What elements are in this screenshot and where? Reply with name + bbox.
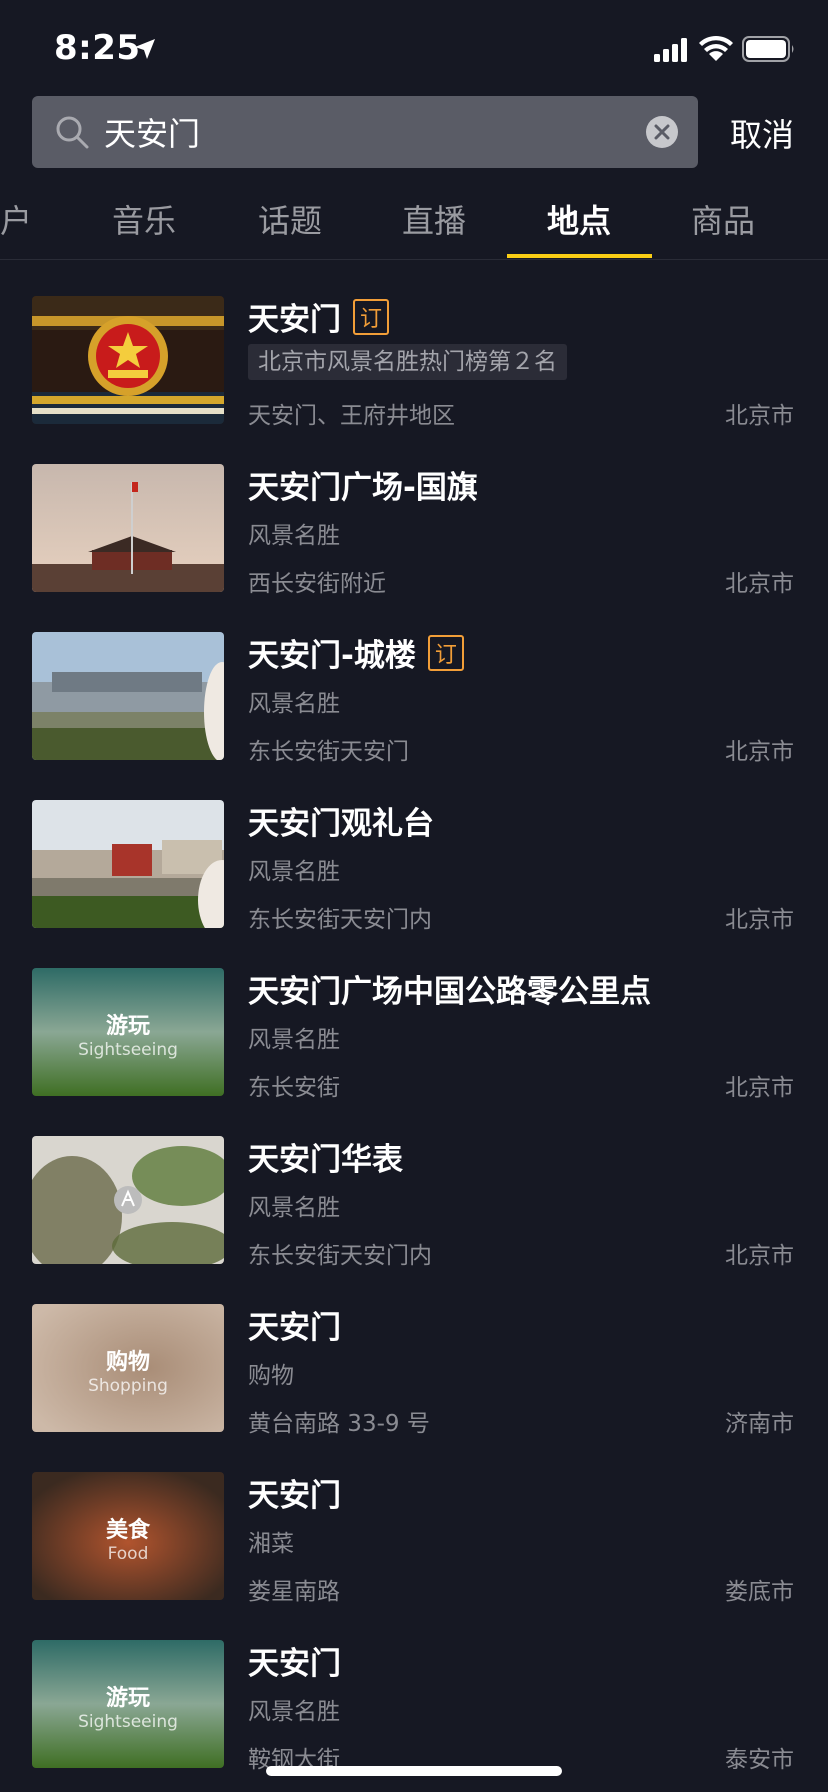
place-thumbnail: 美食 Food [32, 1472, 224, 1600]
place-city: 北京市 [725, 403, 794, 429]
tab-places[interactable]: 地点 [547, 196, 611, 242]
place-thumbnail: 游玩 Sightseeing [32, 968, 224, 1096]
place-title-line: 天安门 [248, 1638, 341, 1683]
place-thumbnail [32, 632, 224, 760]
battery-icon [742, 36, 794, 62]
place-thumbnail [32, 800, 224, 928]
cellular-signal-icon [654, 38, 687, 62]
place-result-row[interactable]: 天安门-城楼 订 风景名胜 东长安街天安门 北京市 [0, 616, 828, 784]
place-category: 风景名胜 [248, 691, 340, 717]
thumbnail-category-subtitle: Sightseeing [78, 1040, 178, 1060]
place-title-line: 天安门 [248, 1302, 341, 1347]
clear-search-icon[interactable] [646, 116, 678, 148]
place-category: 风景名胜 [248, 1699, 340, 1725]
thumbnail-category-label: 游玩 [105, 1686, 150, 1711]
place-title-line: 天安门观礼台 [248, 798, 434, 843]
thumbnail-category-label: 美食 [105, 1518, 150, 1543]
thumbnail-category-label: 购物 [105, 1350, 150, 1375]
place-title: 天安门广场-国旗 [248, 470, 478, 506]
tab-bar: 户 音乐 话题 直播 地点 商品 [0, 196, 828, 260]
place-result-row[interactable]: 购物 Shopping 天安门 购物 黄台南路 33-9 号 济南市 [0, 1288, 828, 1456]
place-result-row[interactable]: 游玩 Sightseeing 天安门广场中国公路零公里点 风景名胜 东长安街 北… [0, 952, 828, 1120]
place-thumbnail [32, 296, 224, 424]
place-city: 北京市 [725, 739, 794, 765]
place-result-row[interactable]: 天安门观礼台 风景名胜 东长安街天安门内 北京市 [0, 784, 828, 952]
place-title: 天安门-城楼 [248, 638, 416, 674]
place-address: 东长安街天安门内 [248, 1243, 432, 1269]
search-bar[interactable] [32, 96, 698, 168]
place-city: 济南市 [725, 1411, 794, 1437]
status-bar: 8:25 [0, 0, 828, 96]
place-title: 天安门 [248, 1646, 341, 1682]
place-title-line: 天安门 订 [248, 294, 389, 339]
place-city: 北京市 [725, 571, 794, 597]
place-title-line: 天安门-城楼 订 [248, 630, 464, 675]
wifi-icon [699, 35, 733, 61]
place-result-row[interactable]: 天安门广场-国旗 风景名胜 西长安街附近 北京市 [0, 448, 828, 616]
thumbnail-category-subtitle: Food [107, 1544, 149, 1564]
place-category: 风景名胜 [248, 859, 340, 885]
bookable-badge: 订 [353, 298, 389, 335]
place-category: 风景名胜 [248, 1195, 340, 1221]
place-address: 西长安街附近 [248, 571, 386, 597]
place-address: 天安门、王府井地区 [248, 403, 455, 429]
place-result-row[interactable]: 天安门 订 北京市风景名胜热门榜第２名 天安门、王府井地区 北京市 [0, 280, 828, 448]
place-thumbnail [32, 1136, 224, 1264]
place-city: 北京市 [725, 1243, 794, 1269]
place-address: 黄台南路 33-9 号 [248, 1411, 430, 1437]
place-category: 湘菜 [248, 1531, 294, 1557]
place-address: 东长安街天安门内 [248, 907, 432, 933]
place-result-row[interactable]: 美食 Food 天安门 湘菜 娄星南路 娄底市 [0, 1456, 828, 1624]
thumbnail-category-subtitle: Shopping [88, 1376, 168, 1396]
search-icon [56, 116, 89, 149]
tab-users[interactable]: 户 [0, 196, 32, 242]
active-tab-indicator [507, 254, 652, 258]
place-city: 娄底市 [725, 1579, 794, 1605]
search-input[interactable] [104, 106, 624, 158]
place-title: 天安门观礼台 [248, 806, 434, 842]
place-title: 天安门 [248, 302, 341, 338]
place-title-line: 天安门广场中国公路零公里点 [248, 966, 651, 1011]
place-title: 天安门广场中国公路零公里点 [248, 974, 651, 1010]
tabs-divider [0, 259, 828, 260]
app-screen: 8:25 取消 [0, 0, 828, 1792]
place-address: 娄星南路 [248, 1579, 340, 1605]
place-title-line: 天安门广场-国旗 [248, 462, 478, 507]
place-city: 泰安市 [725, 1747, 794, 1773]
place-title-line: 天安门华表 [248, 1134, 403, 1179]
place-title: 天安门 [248, 1478, 341, 1514]
place-title: 天安门 [248, 1310, 341, 1346]
place-category: 风景名胜 [248, 523, 340, 549]
thumbnail-category-subtitle: Sightseeing [78, 1712, 178, 1732]
bookable-badge: 订 [427, 634, 464, 671]
place-city: 北京市 [725, 1075, 794, 1101]
place-thumbnail: 游玩 Sightseeing [32, 1640, 224, 1768]
hot-rank-tag: 北京市风景名胜热门榜第２名 [248, 344, 567, 380]
place-category: 购物 [248, 1363, 294, 1389]
place-thumbnail [32, 464, 224, 592]
tab-live[interactable]: 直播 [402, 196, 466, 242]
status-time: 8:25 [54, 28, 141, 68]
tab-music[interactable]: 音乐 [112, 196, 176, 242]
place-category: 风景名胜 [248, 1027, 340, 1053]
place-address: 东长安街 [248, 1075, 340, 1101]
tab-products[interactable]: 商品 [691, 196, 755, 242]
place-address: 东长安街天安门 [248, 739, 409, 765]
place-city: 北京市 [725, 907, 794, 933]
home-indicator[interactable] [266, 1766, 562, 1776]
cancel-button[interactable]: 取消 [730, 110, 794, 156]
place-thumbnail: 购物 Shopping [32, 1304, 224, 1432]
tab-topics[interactable]: 话题 [258, 196, 322, 242]
thumbnail-category-label: 游玩 [105, 1014, 150, 1039]
place-result-row[interactable]: 天安门华表 风景名胜 东长安街天安门内 北京市 [0, 1120, 828, 1288]
place-title: 天安门华表 [248, 1142, 403, 1178]
place-title-line: 天安门 [248, 1470, 341, 1515]
location-arrow-icon [135, 39, 155, 59]
